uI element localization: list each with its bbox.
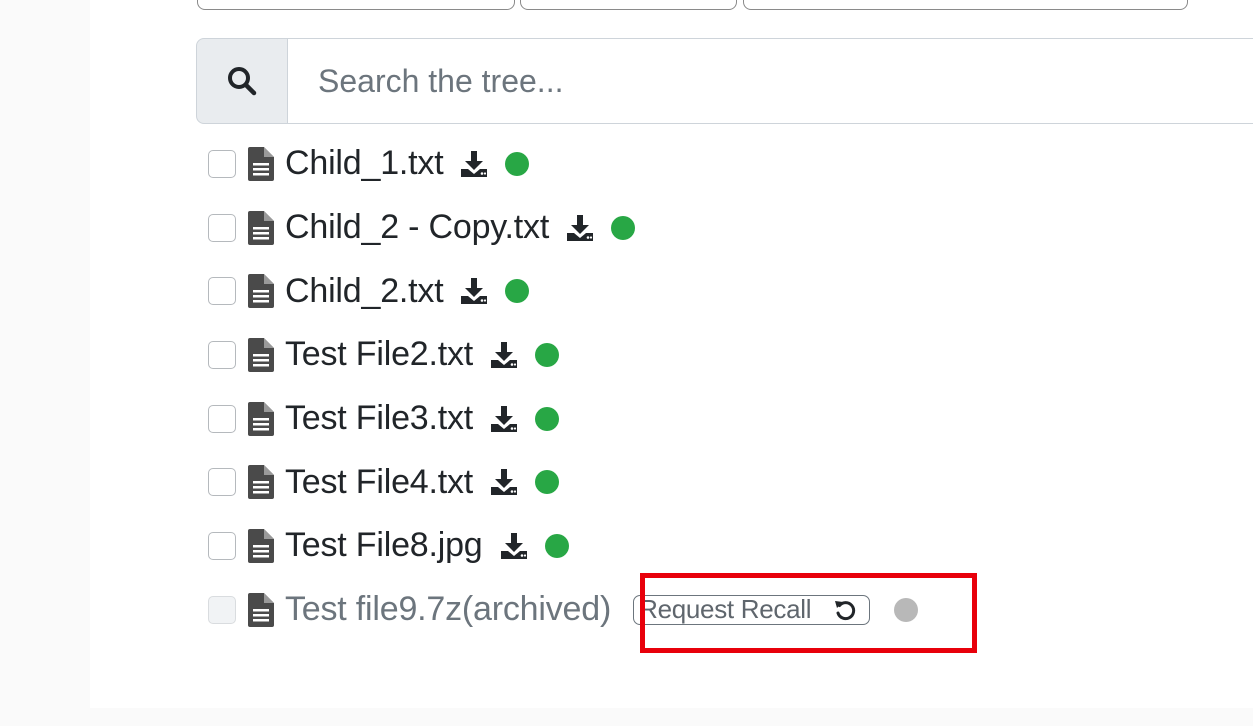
- tree-item[interactable]: Child_2 - Copy.txt: [208, 196, 918, 260]
- toolbar-button-1[interactable]: [197, 0, 515, 10]
- tree-item[interactable]: Test File2.txt: [208, 323, 918, 387]
- file-name[interactable]: Test File8.jpg: [285, 526, 483, 565]
- file-name[interactable]: Child_1.txt: [285, 144, 444, 183]
- search-button[interactable]: [196, 38, 288, 124]
- item-checkbox[interactable]: [208, 213, 236, 242]
- item-checkbox[interactable]: [208, 340, 236, 369]
- status-dot: [611, 215, 636, 240]
- status-dot: [505, 279, 530, 304]
- status-dot: [544, 533, 569, 558]
- tree-search-group: [196, 38, 1253, 124]
- download-icon[interactable]: [565, 213, 595, 243]
- item-checkbox[interactable]: [208, 277, 236, 306]
- toolbar-button-3[interactable]: [743, 0, 1188, 10]
- item-checkbox[interactable]: [208, 149, 236, 178]
- file-name[interactable]: Test File3.txt: [285, 399, 473, 438]
- file-name[interactable]: Test File2.txt: [285, 335, 473, 374]
- file-tree: Child_1.txt Child_2 - Copy.txt Child_2.txt…: [208, 132, 919, 642]
- file-name[interactable]: Child_2 - Copy.txt: [285, 208, 549, 247]
- tree-item[interactable]: Test File3.txt: [208, 387, 918, 451]
- file-icon: [248, 465, 274, 500]
- status-dot: [505, 151, 530, 176]
- tree-item[interactable]: Test File8.jpg: [208, 514, 918, 578]
- item-checkbox: [208, 595, 236, 624]
- tree-item[interactable]: Child_1.txt: [208, 132, 918, 196]
- file-name[interactable]: Test file9.7z(archived): [285, 590, 611, 629]
- status-dot: [535, 342, 560, 367]
- download-icon[interactable]: [459, 149, 489, 179]
- search-input[interactable]: [288, 38, 1253, 124]
- tree-item[interactable]: Test File4.txt: [208, 450, 918, 514]
- download-icon[interactable]: [489, 467, 519, 497]
- download-icon[interactable]: [489, 340, 519, 370]
- download-icon[interactable]: [489, 404, 519, 434]
- item-checkbox[interactable]: [208, 531, 236, 560]
- tree-item[interactable]: Child_2.txt: [208, 259, 918, 323]
- file-icon: [248, 210, 274, 245]
- file-icon: [248, 528, 274, 563]
- status-dot: [535, 406, 560, 431]
- item-checkbox[interactable]: [208, 468, 236, 497]
- download-icon[interactable]: [499, 531, 529, 561]
- file-icon: [248, 401, 274, 436]
- file-icon: [248, 146, 274, 181]
- request-recall-button[interactable]: Request Recall: [633, 594, 871, 625]
- status-dot: [894, 597, 919, 622]
- file-icon: [248, 337, 274, 372]
- file-name[interactable]: Child_2.txt: [285, 272, 444, 311]
- tree-item[interactable]: Test file9.7z(archived) Request Recall: [208, 578, 919, 642]
- file-name[interactable]: Test File4.txt: [285, 463, 473, 502]
- item-checkbox[interactable]: [208, 404, 236, 433]
- download-icon[interactable]: [459, 276, 489, 306]
- undo-icon: [833, 598, 857, 622]
- file-icon: [248, 274, 274, 309]
- file-icon: [248, 592, 274, 627]
- page: Child_1.txt Child_2 - Copy.txt Child_2.txt…: [0, 0, 1253, 726]
- search-icon: [228, 67, 257, 96]
- status-dot: [535, 470, 560, 495]
- toolbar-button-2[interactable]: [520, 0, 737, 10]
- request-recall-label: Request Recall: [639, 594, 812, 625]
